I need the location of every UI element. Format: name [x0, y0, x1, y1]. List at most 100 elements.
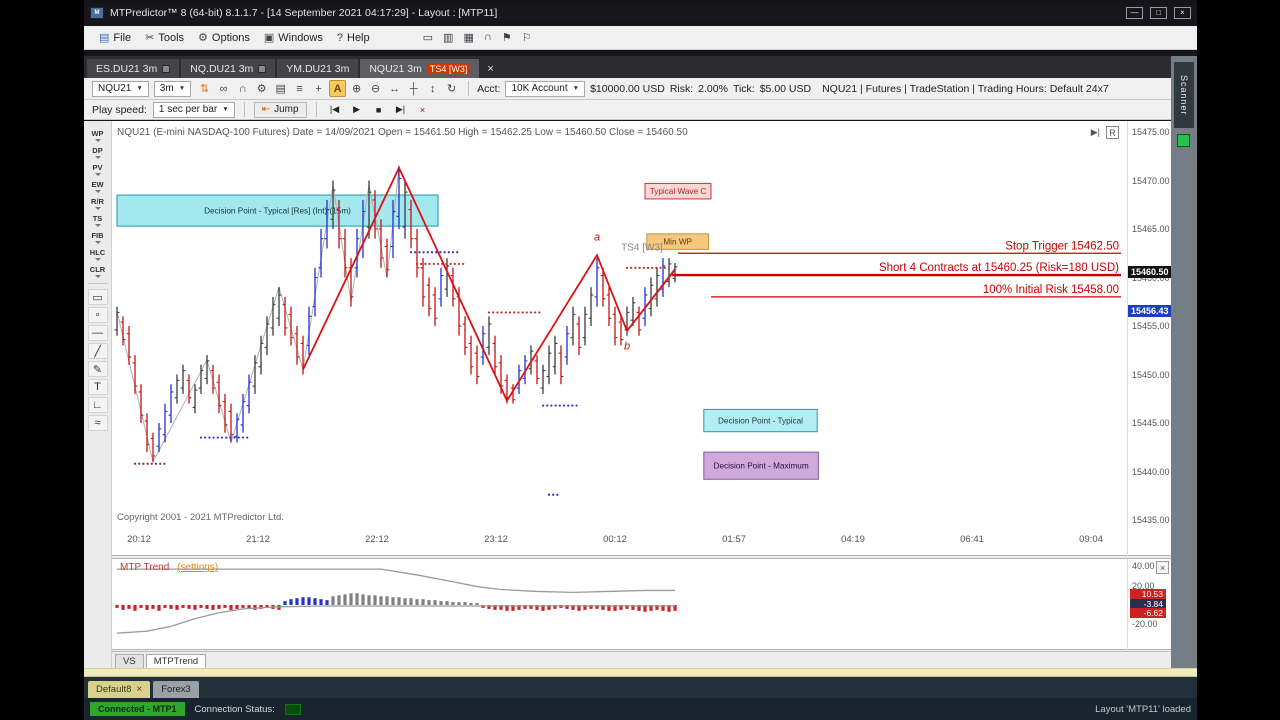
rail-tool-fib[interactable]: FIB [85, 229, 111, 240]
chart-tab-nqu21-3m[interactable]: NQU21 3m TS4 [W3] [360, 59, 480, 78]
chart-tab-nq-du21-3m[interactable]: NQ.DU21 3m [181, 59, 276, 78]
indicator-close-icon[interactable]: × [1156, 561, 1169, 574]
timeframe-select[interactable]: 3m ▼ [153, 80, 192, 97]
zoom-out-icon[interactable]: ⊖ [367, 80, 384, 97]
decision-point-typical-box[interactable]: Decision Point - Typical [703, 408, 818, 433]
decision-point-maximum-box[interactable]: Decision Point - Maximum [703, 451, 819, 480]
go-start-button[interactable]: |◀ [326, 102, 344, 117]
decision-point-res-box[interactable]: Decision Point - Typical [Res] (Int) (15… [116, 194, 439, 227]
indicator-scale-label: 40.00 [1132, 561, 1155, 572]
indicator-tab-vs[interactable]: VS [115, 654, 144, 668]
trendline-tool-icon[interactable]: ╱ [87, 343, 108, 359]
account-select[interactable]: 10K Account ▼ [505, 80, 586, 97]
drawing-tool-rail: WP DP PV EW R/R TS FIB HLC CLR ▭ ▫ ― ╱ ✎ T ∟ ≈ [84, 121, 112, 668]
jump-button[interactable]: ⇤ Jump [253, 101, 307, 118]
fit-vertical-icon[interactable]: ↕ [424, 80, 441, 97]
scanner-tab[interactable]: Scanner [1174, 62, 1194, 128]
menu-item-tools[interactable]: ✂ Tools [138, 29, 191, 46]
annotate-a-icon[interactable]: A [329, 80, 347, 97]
crosshair-icon[interactable]: ┼ [405, 80, 422, 97]
settings-gear-icon[interactable]: ⚙ [253, 80, 270, 97]
chat-icon[interactable]: ▭ [423, 31, 433, 44]
rail-tool-rr[interactable]: R/R [85, 195, 111, 206]
angle-tool-icon[interactable]: ∟ [87, 397, 108, 413]
rail-tool-ew[interactable]: EW [85, 178, 111, 189]
rail-tool-dp[interactable]: DP [85, 144, 111, 155]
column-chart-icon[interactable]: ▥ [443, 31, 453, 44]
dropdown-caret-icon [94, 173, 101, 176]
menu-item-windows[interactable]: ▣ Windows [257, 29, 330, 46]
chart-tab-label: NQ.DU21 3m [190, 62, 254, 75]
price-axis[interactable]: 15475.0015470.0015465.0015460.0015455.00… [1127, 121, 1172, 556]
typical-wave-c-box[interactable]: Typical Wave C [644, 182, 712, 200]
menu-item-file[interactable]: ▤ File [92, 29, 138, 46]
menu-item-options[interactable]: ⚙ Options [191, 29, 257, 46]
go-end-button[interactable]: ▶| [392, 102, 410, 117]
collapsed-panel-strip[interactable] [84, 668, 1197, 677]
time-axis-label: 23:12 [484, 534, 508, 545]
add-icon[interactable]: + [310, 80, 327, 97]
chart-tab-ym-du21-3m[interactable]: YM.DU21 3m [277, 59, 359, 78]
bar-chart-icon[interactable]: ▦ [463, 31, 473, 44]
maximize-button[interactable]: □ [1150, 7, 1167, 19]
symbol-select[interactable]: NQU21 ▼ [92, 80, 149, 97]
rail-tool-ts[interactable]: TS [85, 212, 111, 223]
tab-status-icon [162, 64, 171, 73]
play-button[interactable]: ▶ [348, 102, 366, 117]
toolbar-separator [315, 102, 317, 117]
rectangle-tool-icon[interactable]: ▭ [87, 289, 108, 305]
min-wp-box-label: Min WP [663, 238, 692, 247]
print-icon[interactable]: ▤ [272, 80, 289, 97]
bell-icon[interactable]: ∩ [484, 31, 492, 44]
minimize-button[interactable]: — [1126, 7, 1143, 19]
refresh-icon[interactable]: ↻ [443, 80, 460, 97]
indicator-settings-link[interactable]: (settings) [177, 562, 218, 573]
text-tool-icon[interactable]: T [87, 379, 108, 395]
close-playback-button[interactable]: × [414, 102, 432, 117]
layout-tab-forex3[interactable]: Forex3 [153, 681, 199, 698]
acct-label: Acct: [477, 82, 501, 95]
dropdown-caret-icon [94, 224, 101, 227]
stop-trigger-line[interactable]: Stop Trigger 15462.50 [678, 240, 1121, 254]
dropdown-caret-icon [94, 190, 101, 193]
chart-tab-close-icon[interactable]: × [481, 59, 499, 78]
rail-tool-wp[interactable]: WP [85, 127, 111, 138]
chart-tab-es-du21-3m[interactable]: ES.DU21 3m [87, 59, 180, 78]
rail-tool-hlc[interactable]: HLC [85, 246, 111, 257]
indicator-scale-label: -20.00 [1132, 619, 1158, 630]
bar-style-icon[interactable]: ⇅ [196, 80, 213, 97]
short-entry-line[interactable]: Short 4 Contracts at 15460.25 (Risk=180 … [672, 262, 1121, 277]
layout-tab-close-icon[interactable]: × [136, 684, 142, 695]
rail-tool-clr[interactable]: CLR [85, 263, 111, 274]
wave-tool-icon[interactable]: ≈ [87, 415, 108, 431]
flag-icon[interactable]: ⚑ [502, 31, 512, 44]
instrument-info: NQU21 | Futures | TradeStation | Trading… [822, 82, 1109, 95]
indicator-panel: MTP Trend (settings) × 40.00 20.00 -20.00 1… [112, 558, 1171, 651]
close-button[interactable]: × [1174, 7, 1191, 19]
time-axis-label: 20:12 [127, 534, 151, 545]
menu-item-help[interactable]: ? Help [330, 29, 377, 46]
indicator-canvas[interactable] [112, 559, 1127, 651]
link-icon[interactable]: ∞ [215, 80, 232, 97]
box-tool-icon[interactable]: ▫ [87, 307, 108, 323]
pencil-tool-icon[interactable]: ✎ [87, 361, 108, 377]
race-flag-icon[interactable]: ⚐ [522, 31, 532, 44]
initial-risk-line-label: 100% Initial Risk 15458.00 [983, 284, 1119, 296]
rail-tool-pv[interactable]: PV [85, 161, 111, 172]
initial-risk-line[interactable]: 100% Initial Risk 15458.00 [711, 284, 1121, 298]
zoom-in-icon[interactable]: ⊕ [348, 80, 365, 97]
dropdown-caret-icon [94, 275, 101, 278]
indicator-tab-mtptrend[interactable]: MTPTrend [145, 654, 207, 668]
indicator-list-icon[interactable]: ≡ [291, 80, 308, 97]
tab-status-icon [258, 64, 267, 73]
layout-tab-default8[interactable]: Default8 × [88, 681, 151, 698]
hline-tool-icon[interactable]: ― [87, 325, 108, 341]
alert-bell-icon[interactable]: ∩ [234, 80, 251, 97]
scanner-label: Scanner [1179, 74, 1189, 116]
stop-button[interactable]: ■ [370, 102, 388, 117]
play-speed-select[interactable]: 1 sec per bar ▼ [152, 101, 235, 118]
price-chart-canvas[interactable]: Decision Point - Typical [Res] (Int) (15… [112, 121, 1127, 529]
titlebar: M MTPredictor™ 8 (64-bit) 8.1.1.7 - [14 … [84, 4, 1197, 22]
pan-icon[interactable]: ↔ [386, 80, 403, 97]
layout-tab-label: Forex3 [161, 684, 191, 695]
